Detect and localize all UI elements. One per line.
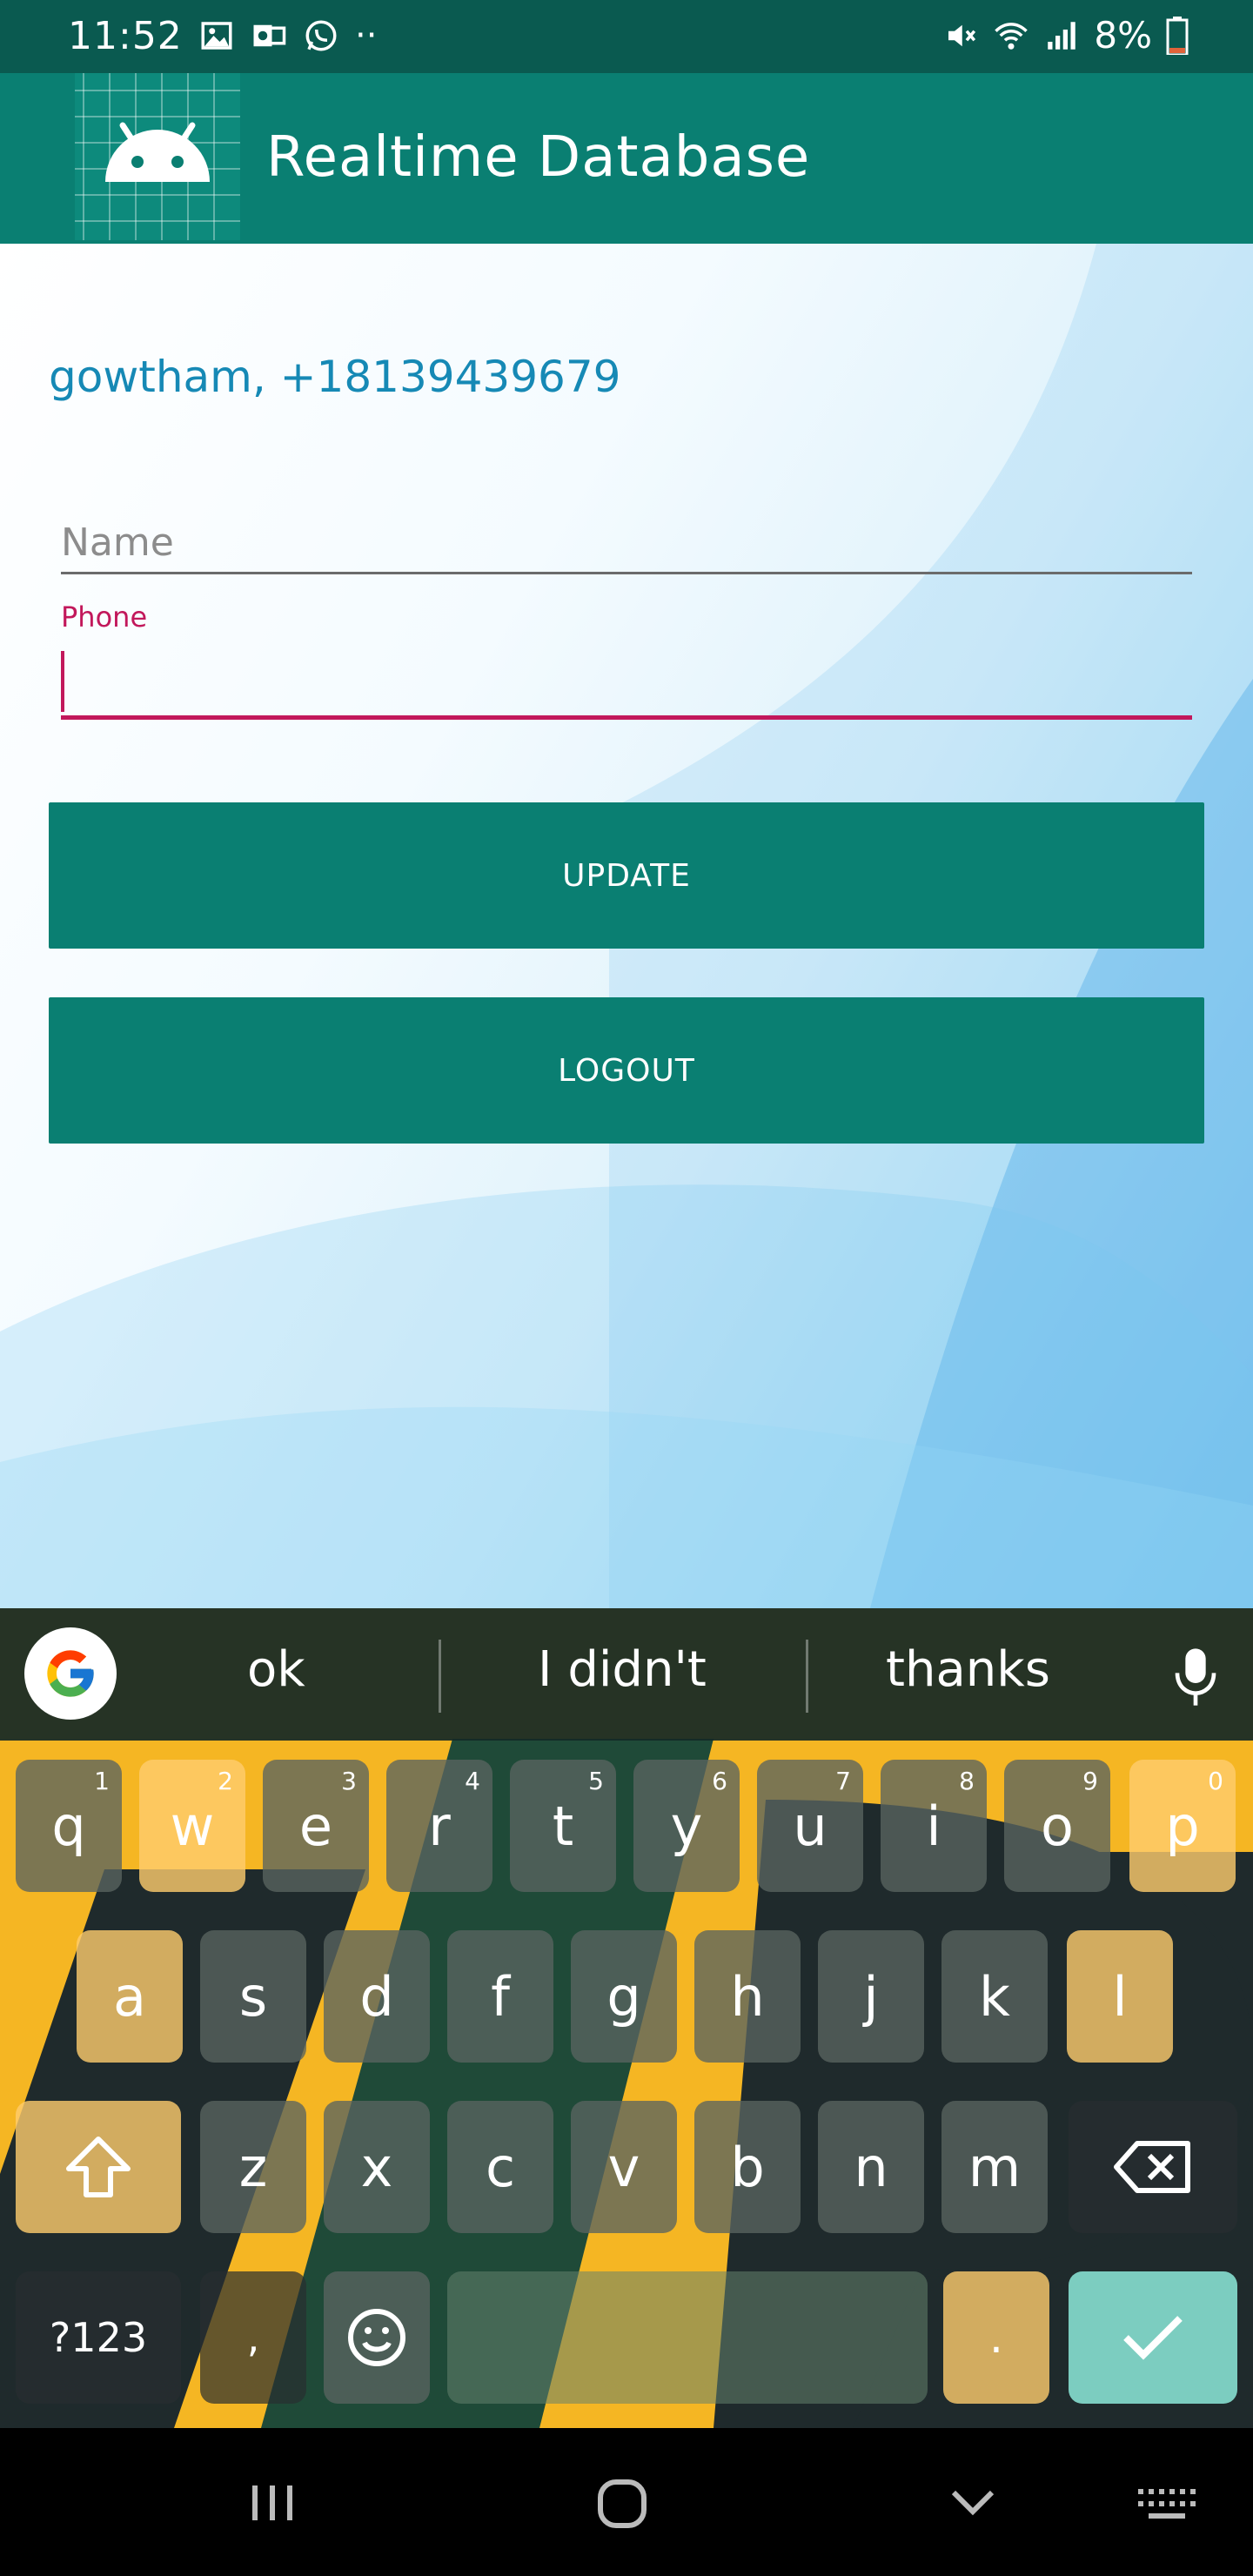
key-r[interactable]: r4: [386, 1760, 492, 1892]
notification-icons: ··: [198, 16, 377, 56]
key-w[interactable]: w2: [139, 1760, 245, 1892]
key-t[interactable]: t5: [510, 1760, 616, 1892]
status-bar: 11:52 ·· 8%: [0, 0, 1253, 73]
system-nav-bar: [0, 2428, 1253, 2576]
key-l[interactable]: l: [1067, 1930, 1173, 2063]
mute-icon: [948, 24, 976, 46]
emoji-key[interactable]: [324, 2271, 430, 2404]
app-title: Realtime Database: [266, 125, 811, 190]
key-e[interactable]: e3: [263, 1760, 369, 1892]
google-icon: [47, 1650, 94, 1697]
update-button[interactable]: UPDATE: [49, 802, 1204, 949]
backspace-icon: [1114, 2141, 1190, 2193]
key-o[interactable]: o9: [1004, 1760, 1110, 1892]
name-field[interactable]: Name: [61, 505, 1192, 592]
app-bar: Realtime Database: [0, 73, 1253, 244]
suggestion-divider: [439, 1640, 441, 1713]
nav-home-icon[interactable]: [595, 2477, 649, 2531]
period-key[interactable]: .: [943, 2271, 1049, 2404]
wifi-icon: [995, 22, 1029, 50]
key-v[interactable]: v: [571, 2101, 677, 2233]
suggestion-1[interactable]: ok: [247, 1641, 305, 1698]
shift-key[interactable]: [16, 2101, 181, 2233]
key-z[interactable]: z: [200, 2101, 306, 2233]
nav-back-icon[interactable]: [948, 2485, 997, 2520]
key-s[interactable]: s: [200, 1930, 306, 2063]
key-p[interactable]: p0: [1129, 1760, 1236, 1892]
battery-percent: 8%: [1094, 14, 1152, 57]
key-k[interactable]: k: [941, 1930, 1048, 2063]
user-info-text: gowtham, +18139439679: [49, 352, 621, 402]
logout-button[interactable]: LOGOUT: [49, 997, 1204, 1144]
shift-icon: [66, 2137, 131, 2197]
name-field-placeholder: Name: [61, 520, 174, 565]
key-y[interactable]: y6: [633, 1760, 740, 1892]
phone-field-underline: [61, 715, 1192, 720]
text-cursor: [61, 651, 64, 712]
key-a[interactable]: a: [77, 1930, 183, 2063]
mic-icon[interactable]: [1171, 1647, 1220, 1707]
keyboard-switch-icon[interactable]: [1136, 2485, 1197, 2524]
gallery-icon: [201, 22, 232, 50]
key-i[interactable]: i8: [881, 1760, 987, 1892]
main-content: gowtham, +18139439679 Name Phone UPDATE …: [0, 244, 1253, 1608]
soft-keyboard: ok I didn't thanks q1 w2 e3 r4 t5 y6 u7 …: [0, 1608, 1253, 2428]
comma-key[interactable]: ,: [200, 2271, 306, 2404]
phone-field[interactable]: Phone: [61, 600, 1192, 740]
key-u[interactable]: u7: [757, 1760, 863, 1892]
space-key[interactable]: [447, 2271, 928, 2404]
nav-recents-icon[interactable]: [247, 2479, 299, 2527]
key-f[interactable]: f: [447, 1930, 553, 2063]
symbols-key[interactable]: ?123: [16, 2271, 181, 2404]
suggestion-3[interactable]: thanks: [886, 1641, 1050, 1698]
key-x[interactable]: x: [324, 2101, 430, 2233]
key-g[interactable]: g: [571, 1930, 677, 2063]
outlook-icon: [253, 24, 286, 47]
whatsapp-icon: [305, 20, 337, 51]
suggestion-strip: ok I didn't thanks: [0, 1608, 1253, 1741]
key-j[interactable]: j: [818, 1930, 924, 2063]
key-b[interactable]: b: [694, 2101, 801, 2233]
suggestion-2[interactable]: I didn't: [538, 1641, 707, 1698]
key-m[interactable]: m: [941, 2101, 1048, 2233]
key-c[interactable]: c: [447, 2101, 553, 2233]
battery-icon: [1166, 16, 1189, 55]
backspace-key[interactable]: [1069, 2101, 1237, 2233]
name-field-underline: [61, 572, 1192, 574]
phone-field-label: Phone: [61, 600, 148, 634]
key-h[interactable]: h: [694, 1930, 801, 2063]
key-n[interactable]: n: [818, 2101, 924, 2233]
signal-icon: [1048, 21, 1076, 50]
enter-check-icon: [1123, 2316, 1183, 2360]
emoji-icon: [348, 2309, 405, 2366]
status-time: 11:52: [68, 14, 183, 58]
android-logo-icon: [75, 73, 240, 240]
suggestion-divider: [806, 1640, 808, 1713]
key-q[interactable]: q1: [16, 1760, 122, 1892]
key-d[interactable]: d: [324, 1930, 430, 2063]
enter-key[interactable]: [1069, 2271, 1237, 2404]
more-notifications-icon: ··: [355, 16, 378, 56]
google-button[interactable]: [24, 1627, 117, 1720]
